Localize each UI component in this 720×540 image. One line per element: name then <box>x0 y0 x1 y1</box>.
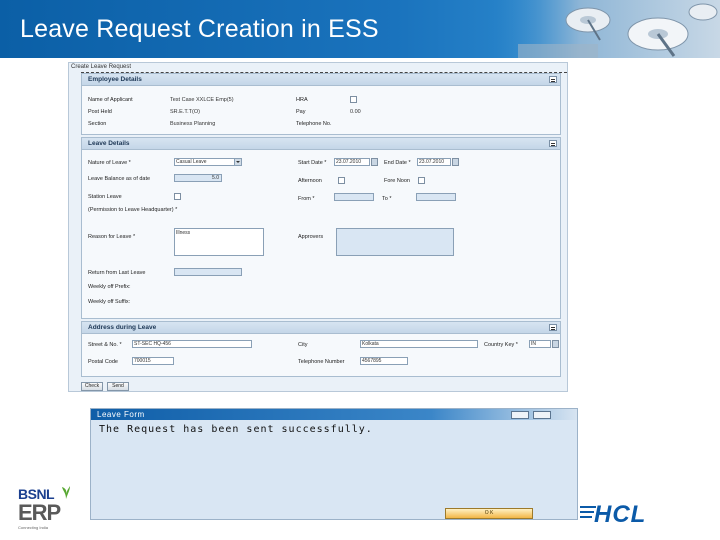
calendar-icon[interactable] <box>552 340 559 348</box>
reason-for-leave-label: Reason for Leave * <box>88 234 136 240</box>
dropdown-arrow-icon[interactable] <box>234 159 241 165</box>
form-window-title: Create Leave Request <box>71 64 132 70</box>
street-input[interactable]: ST-SEC HQ-456 <box>132 340 252 348</box>
erp-wordmark: ERP <box>18 500 61 525</box>
postal-code-label: Postal Code <box>88 359 118 365</box>
postal-code-input[interactable]: 700015 <box>132 357 174 365</box>
leave-details-section: Leave Details Nature of Leave * Casual L… <box>81 137 561 319</box>
telephone-no-label: Telephone No. <box>296 121 332 127</box>
name-of-applicant-label: Name of Applicant <box>88 97 133 103</box>
collapse-icon[interactable] <box>549 324 557 331</box>
slide: Leave Request Creation in ESS Create Lea… <box>0 0 720 540</box>
leave-balance-field: 5.0 <box>174 174 222 182</box>
address-header[interactable]: Address during Leave <box>82 322 560 334</box>
pay-label: Pay <box>296 109 306 115</box>
start-date-label: Start Date * <box>298 160 327 166</box>
from-input[interactable] <box>334 193 374 201</box>
from-label: From * <box>298 196 315 202</box>
street-label: Street & No. * <box>88 342 122 348</box>
end-date-input[interactable]: 23.07.2010 <box>417 158 451 166</box>
hcl-logo: HCL <box>580 500 700 530</box>
bsnl-erp-logo: BSNL ERP Connecting India <box>16 482 86 534</box>
nature-of-leave-label: Nature of Leave * <box>88 160 131 166</box>
station-leave-label: Station Leave <box>88 194 122 200</box>
post-held-label: Post Held <box>88 109 112 115</box>
send-button[interactable]: Send <box>107 382 129 391</box>
afternoon-label: Afternoon <box>298 178 322 184</box>
collapse-icon[interactable] <box>549 140 557 147</box>
leave-balance-label: Leave Balance as of date <box>88 176 151 182</box>
ok-button[interactable]: O K <box>445 508 533 519</box>
city-input[interactable]: Kolkata <box>360 340 478 348</box>
country-key-label: Country Key * <box>484 342 518 348</box>
section-heading: Leave Details <box>88 140 130 147</box>
leave-request-form: Create Leave Request Employee Details Na… <box>68 62 568 392</box>
section-heading: Employee Details <box>88 76 142 83</box>
logo-stripe <box>580 511 594 513</box>
collapse-icon[interactable] <box>549 76 557 83</box>
window-minimize-icon[interactable] <box>511 411 529 419</box>
check-button[interactable]: Check <box>81 382 103 391</box>
employee-details-header[interactable]: Employee Details <box>82 74 560 86</box>
pay-value: 0.00 <box>350 109 361 115</box>
leaf-icon <box>62 486 70 499</box>
window-close-icon[interactable] <box>533 411 551 419</box>
approvers-box <box>336 228 454 256</box>
calendar-icon[interactable] <box>452 158 459 166</box>
return-from-last-leave-label: Return from Last Leave <box>88 270 146 276</box>
hra-checkbox[interactable] <box>350 96 357 103</box>
to-label: To * <box>382 196 392 202</box>
reason-for-leave-input[interactable]: Illness <box>174 228 264 256</box>
title-banner: Leave Request Creation in ESS <box>0 0 720 58</box>
logo-stripe <box>580 516 592 518</box>
satellite-dish-icon <box>488 0 720 58</box>
telephone-number-input[interactable]: 4567895 <box>360 357 408 365</box>
window-title: Leave Form <box>97 410 145 419</box>
weekly-off-prefix-label: Weekly off Prefix: <box>88 284 131 290</box>
post-held-value: SR.E.T.T(O) <box>170 109 200 115</box>
afternoon-checkbox[interactable] <box>338 177 345 184</box>
slide-title: Leave Request Creation in ESS <box>20 15 379 43</box>
forenoon-checkbox[interactable] <box>418 177 425 184</box>
nature-of-leave-select[interactable]: Casual Leave <box>174 158 242 166</box>
success-message: The Request has been sent successfully. <box>99 424 373 435</box>
station-leave-checkbox[interactable] <box>174 193 181 200</box>
bsnl-tagline: Connecting India <box>18 525 49 530</box>
hcl-wordmark: HCL <box>594 501 647 528</box>
address-section: Address during Leave Street & No. * ST-S… <box>81 321 561 377</box>
window-titlebar[interactable]: Leave Form <box>91 409 577 420</box>
section-label: Section <box>88 121 107 127</box>
start-date-input[interactable]: 23.07.2010 <box>334 158 370 166</box>
hra-label: HRA <box>296 97 308 103</box>
leave-details-header[interactable]: Leave Details <box>82 138 560 150</box>
section-heading: Address during Leave <box>88 324 157 331</box>
nature-of-leave-value: Casual Leave <box>176 159 207 165</box>
approvers-label: Approvers <box>298 234 324 240</box>
weekly-off-suffix-label: Weekly off Suffix: <box>88 299 131 305</box>
forenoon-label: Fore Noon <box>384 178 410 184</box>
permission-label: (Permission to Leave Headquarter) * <box>88 207 178 213</box>
end-date-label: End Date * <box>384 160 411 166</box>
leave-form-confirmation-window: Leave Form The Request has been sent suc… <box>90 408 578 520</box>
employee-details-section: Employee Details Name of Applicant Test … <box>81 73 561 135</box>
calendar-icon[interactable] <box>371 158 378 166</box>
city-label: City <box>298 342 308 348</box>
to-input[interactable] <box>416 193 456 201</box>
section-value: Business Planning <box>170 121 216 127</box>
name-of-applicant-value: Test Case XXLCE Emp(5) <box>170 97 234 103</box>
return-from-last-leave-field <box>174 268 242 276</box>
country-key-input[interactable]: IN <box>529 340 551 348</box>
telephone-number-label: Telephone Number <box>298 359 345 365</box>
